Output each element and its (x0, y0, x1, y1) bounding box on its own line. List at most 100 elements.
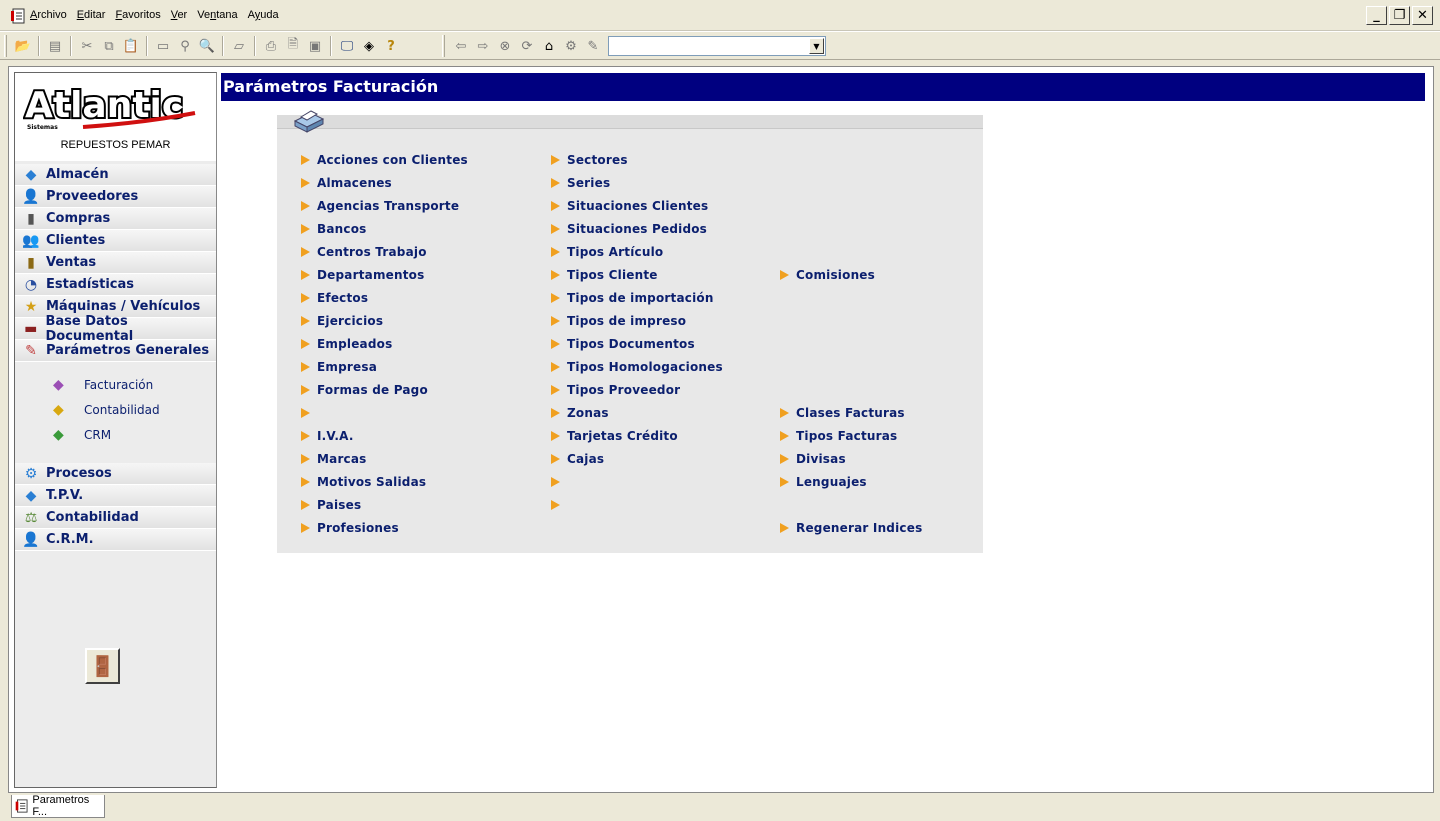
close-button[interactable]: ✕ (1412, 6, 1433, 25)
param-link[interactable]: Divisas (780, 447, 922, 470)
help-icon[interactable]: ? (380, 35, 402, 57)
param-link[interactable]: Paises (301, 493, 468, 516)
param-link[interactable]: Empleados (301, 332, 468, 355)
param-link[interactable]: Regenerar Indices (780, 516, 922, 539)
param-link[interactable]: Situaciones Clientes (551, 194, 723, 217)
window-tab[interactable]: Parametros F... (11, 794, 105, 818)
window-icon[interactable]: ▭ (152, 35, 174, 57)
paste-icon[interactable]: 📋 (120, 35, 142, 57)
param-link[interactable]: Sectores (551, 148, 723, 171)
back-arrow-icon[interactable]: ⇦ (450, 35, 472, 57)
home-icon[interactable]: ⌂ (538, 35, 560, 57)
search-icon[interactable]: 🔍 (196, 35, 218, 57)
param-link-label: Comisiones (796, 267, 875, 282)
param-link[interactable]: Series (551, 171, 723, 194)
param-link[interactable]: Zonas (551, 401, 723, 424)
menu-editar[interactable]: Editar (77, 9, 106, 21)
nav-item-clientes[interactable]: 👥 Clientes (15, 230, 216, 252)
page-setup-icon[interactable]: ▣ (304, 35, 326, 57)
sub-nav-item[interactable]: ◆ Facturación (53, 372, 216, 397)
chevron-down-icon[interactable]: ▼ (809, 38, 824, 54)
favorites-icon[interactable]: ✎ (582, 35, 604, 57)
ruler-icon[interactable]: ▱ (228, 35, 250, 57)
screen-icon[interactable]: 🖵 (336, 35, 358, 57)
param-link[interactable]: Tipos Homologaciones (551, 355, 723, 378)
bullet-arrow-icon (780, 476, 789, 487)
nav-item-t-p-v-[interactable]: ◆ T.P.V. (15, 485, 216, 507)
menu-ver[interactable]: Ver (171, 9, 188, 21)
param-link[interactable]: Ejercicios (301, 309, 468, 332)
nav-item-compras[interactable]: ▮ Compras (15, 208, 216, 230)
history-icon[interactable]: ⚙ (560, 35, 582, 57)
param-link[interactable]: Almacenes (301, 171, 468, 194)
print-icon[interactable]: ⎙ (260, 35, 282, 57)
exit-door-icon[interactable]: 🚪 (85, 648, 120, 684)
param-link[interactable]: Tarjetas Crédito (551, 424, 723, 447)
nav-item-c-r-m-[interactable]: 👤 C.R.M. (15, 529, 216, 551)
menu-ayuda[interactable]: Ayuda (248, 9, 279, 21)
param-link[interactable]: Formas de Pago (301, 378, 468, 401)
param-link[interactable]: Acciones con Clientes (301, 148, 468, 171)
stop-icon[interactable]: ⊗ (494, 35, 516, 57)
param-link[interactable]: Clases Facturas (780, 401, 922, 424)
menu-ventana[interactable]: Ventana (197, 9, 237, 21)
bullet-arrow-icon (301, 476, 310, 487)
param-link[interactable] (551, 470, 723, 493)
param-link[interactable]: Efectos (301, 286, 468, 309)
param-link[interactable] (551, 493, 723, 516)
param-link[interactable]: Tipos Proveedor (551, 378, 723, 401)
params-column: Acciones con Clientes Almacenes Agencias T… (301, 148, 468, 539)
cut-icon[interactable]: ✂ (76, 35, 98, 57)
binoculars-icon[interactable]: ⚲ (174, 35, 196, 57)
param-link[interactable]: Cajas (551, 447, 723, 470)
param-link[interactable]: Tipos Artículo (551, 240, 723, 263)
nav-item-base-datos-documental[interactable]: ▬ Base Datos Documental (15, 314, 216, 344)
bullet-arrow-icon (301, 453, 310, 464)
print-preview-icon[interactable]: 🗎 (282, 35, 304, 57)
menu-archivo[interactable]: Archivo (30, 9, 67, 21)
forward-arrow-icon[interactable]: ⇨ (472, 35, 494, 57)
param-link[interactable]: Comisiones (780, 263, 922, 286)
open-folder-icon[interactable]: 📂 (12, 35, 34, 57)
nav-item-estadísticas[interactable]: ◔ Estadísticas (15, 274, 216, 296)
param-link[interactable] (301, 401, 468, 424)
window-tab-label: Parametros F... (32, 794, 90, 818)
nav-item-procesos[interactable]: ⚙ Procesos (15, 463, 216, 485)
param-link[interactable]: Lenguajes (780, 470, 922, 493)
refresh-icon[interactable]: ⟳ (516, 35, 538, 57)
nav-item-proveedores[interactable]: 👤 Proveedores (15, 186, 216, 208)
param-link[interactable]: Marcas (301, 447, 468, 470)
param-link[interactable]: Departamentos (301, 263, 468, 286)
param-link[interactable]: Tipos de impreso (551, 309, 723, 332)
bullet-arrow-icon (780, 407, 789, 418)
param-link-label: Situaciones Clientes (567, 198, 709, 213)
copy-icon[interactable]: ⧉ (98, 35, 120, 57)
param-link[interactable]: Centros Trabajo (301, 240, 468, 263)
param-link[interactable]: Tipos Cliente (551, 263, 723, 286)
param-link[interactable]: Empresa (301, 355, 468, 378)
param-link[interactable]: Tipos de importación (551, 286, 723, 309)
param-link[interactable]: Tipos Facturas (780, 424, 922, 447)
param-link[interactable]: Motivos Salidas (301, 470, 468, 493)
restore-button[interactable]: ❐ (1389, 6, 1410, 25)
printer-icon[interactable] (291, 107, 325, 133)
param-link[interactable]: I.V.A. (301, 424, 468, 447)
sub-nav-item[interactable]: ◆ Contabilidad (53, 397, 216, 422)
nav-item-ventas[interactable]: ▮ Ventas (15, 252, 216, 274)
eraser-icon[interactable]: ◈ (358, 35, 380, 57)
toolbar-grip-2[interactable] (442, 35, 445, 57)
menu-favoritos[interactable]: Favoritos (115, 9, 160, 21)
param-link[interactable]: Bancos (301, 217, 468, 240)
param-link[interactable]: Profesiones (301, 516, 468, 539)
nav-item-parámetros-generales[interactable]: ✎ Parámetros Generales (15, 340, 216, 362)
properties-icon[interactable]: ▤ (44, 35, 66, 57)
minimize-button[interactable]: _ (1366, 6, 1387, 25)
param-link[interactable]: Tipos Documentos (551, 332, 723, 355)
param-link[interactable]: Agencias Transporte (301, 194, 468, 217)
address-combo[interactable]: ▼ (608, 36, 826, 56)
param-link[interactable]: Situaciones Pedidos (551, 217, 723, 240)
toolbar-grip[interactable] (4, 35, 7, 57)
nav-item-contabilidad[interactable]: ⚖ Contabilidad (15, 507, 216, 529)
sub-nav-item[interactable]: ◆ CRM (53, 422, 216, 447)
nav-item-almacén[interactable]: ◆ Almacén (15, 164, 216, 186)
